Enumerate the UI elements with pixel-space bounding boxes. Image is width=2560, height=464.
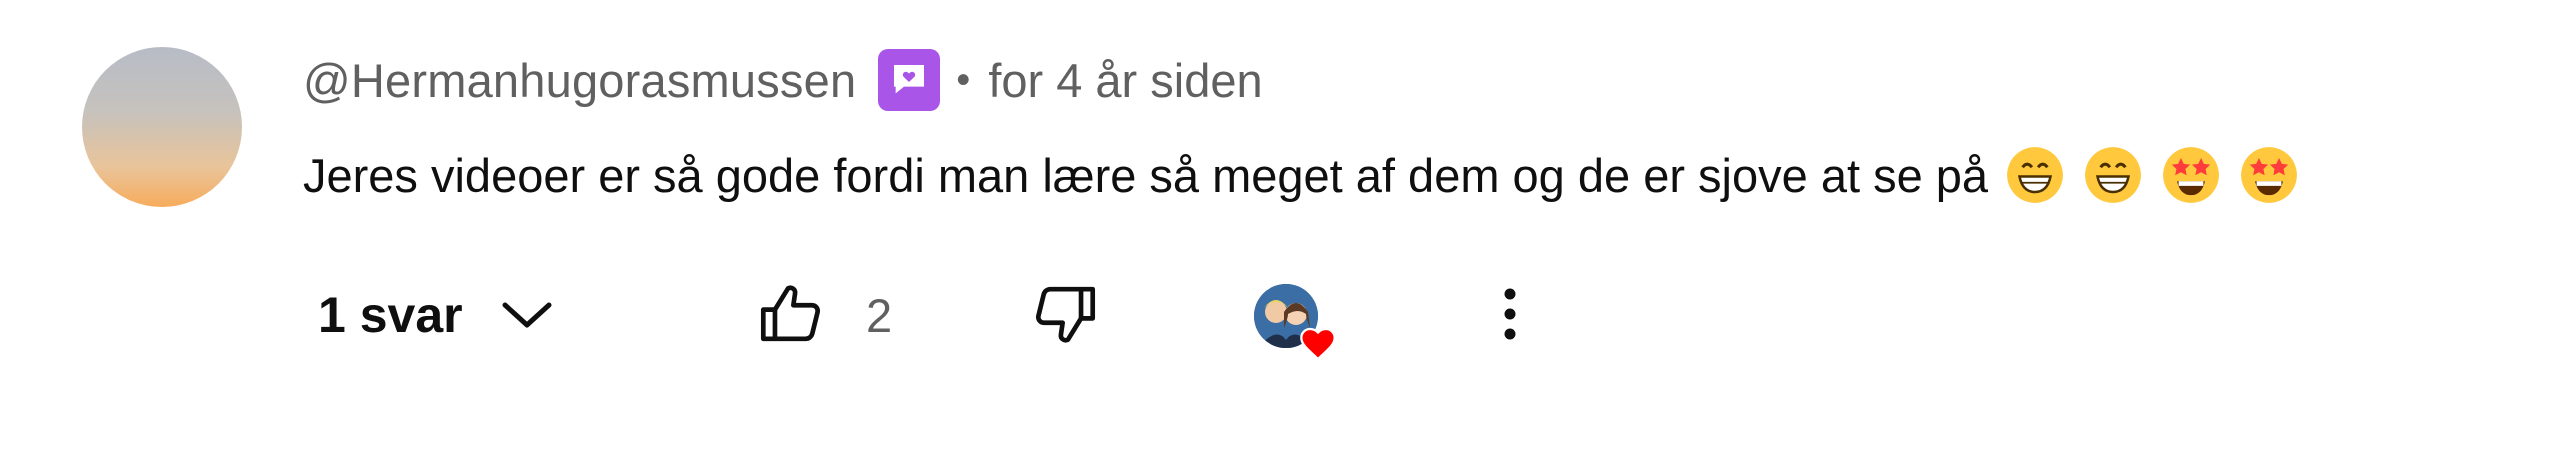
star-struck-emoji-icon: [2238, 144, 2300, 206]
star-struck-emoji-icon: [2160, 144, 2222, 206]
more-actions-button[interactable]: [1480, 278, 1540, 354]
replies-label: 1 svar: [318, 287, 463, 343]
commenter-avatar[interactable]: [82, 47, 242, 207]
grinning-face-emoji-icon: [2004, 144, 2066, 206]
grinning-face-emoji-icon: [2082, 144, 2144, 206]
view-replies-button[interactable]: 1 svar: [318, 270, 555, 360]
heart-icon: [1298, 324, 1338, 364]
thumbs-down-icon: [1030, 279, 1100, 354]
comment-text: Jeres videoer er så gode fordi man lære …: [303, 148, 1989, 202]
comment-actions: 1 svar 2: [0, 270, 2560, 361]
more-vertical-icon: [1500, 284, 1520, 349]
creator-heart[interactable]: [1254, 284, 1344, 374]
thumbs-up-icon: [756, 279, 826, 354]
comment-body: Jeres videoer er så gode fordi man lære …: [303, 140, 2300, 210]
member-badge-icon: [878, 49, 941, 111]
comment-header: @Hermanhugorasmussen • for 4 år siden: [303, 45, 1263, 115]
dislike-button[interactable]: [1027, 278, 1103, 354]
comment-timestamp[interactable]: for 4 år siden: [988, 53, 1262, 108]
like-button[interactable]: [753, 278, 829, 354]
like-count: 2: [866, 288, 893, 342]
author-handle[interactable]: @Hermanhugorasmussen: [303, 53, 856, 108]
chevron-down-icon: [499, 297, 555, 333]
separator-dot: •: [956, 57, 971, 102]
